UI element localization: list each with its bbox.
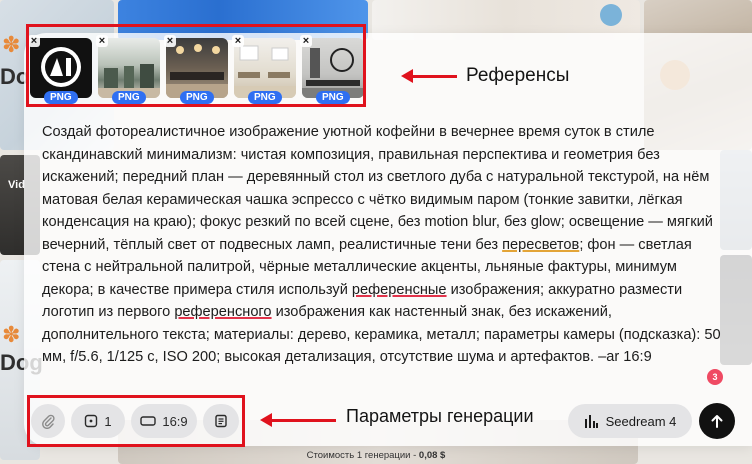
paw-icon: ✽ <box>2 32 21 57</box>
params-annotation-label: Параметры генерации <box>346 406 534 426</box>
cost-label: Стоимость 1 генерации - <box>306 450 419 461</box>
prompt-textarea[interactable]: Создай фотореалистичное изображение уютн… <box>42 121 728 369</box>
references-annotation-label: Референсы <box>466 65 570 86</box>
model-select-button[interactable]: Seedream 4 <box>568 404 692 438</box>
cost-value: 0,08 $ <box>418 450 446 461</box>
send-button[interactable] <box>699 403 735 439</box>
arrow-up-icon <box>711 415 723 428</box>
generation-cost: Стоимость 1 генерации - 0,08 $ <box>0 450 752 461</box>
model-name: Seedream 4 <box>605 413 677 429</box>
spellcheck-word[interactable]: референсные <box>352 282 447 298</box>
references-highlight-box <box>26 24 366 107</box>
annotation-arrow <box>260 413 336 427</box>
background-video-label: Vid <box>8 179 25 191</box>
spellcheck-counter-badge[interactable]: 3 <box>707 369 723 385</box>
spellcheck-word[interactable]: референсного <box>174 304 271 320</box>
bar-chart-icon <box>584 414 598 428</box>
params-highlight-box <box>27 395 245 447</box>
background-blob <box>600 4 622 26</box>
paw-icon: ✽ <box>2 322 21 347</box>
spellcheck-word[interactable]: пересветов <box>502 237 579 253</box>
annotation-arrow <box>401 69 457 83</box>
prompt-text: Создай фотореалистичное изображение уютн… <box>42 124 713 253</box>
